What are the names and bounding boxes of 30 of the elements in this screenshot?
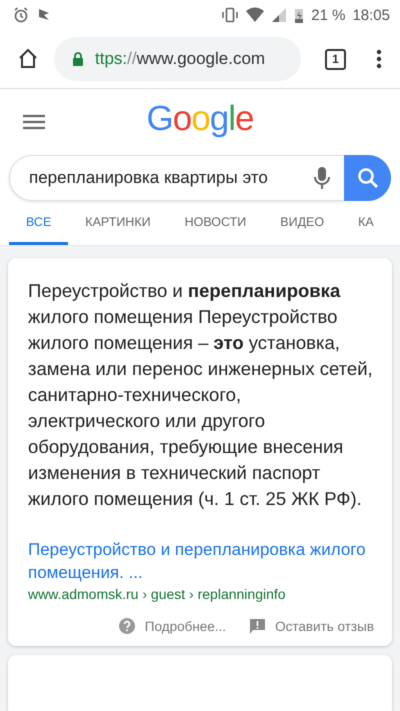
google-logo: Google <box>146 99 254 139</box>
result-url: www.admomsk.ru › guest › replanninginfo <box>28 586 287 602</box>
signal-icon <box>271 7 288 23</box>
menu-icon[interactable] <box>376 48 382 70</box>
feedback-link[interactable]: Оставить отзыв <box>275 618 374 634</box>
more-info-link[interactable]: Подробнее... <box>144 618 226 634</box>
url-text: ttps://www.google.com <box>95 49 266 69</box>
menu-icon[interactable] <box>23 114 45 130</box>
result-link[interactable]: Переустройство и перепланировка жилого помещения. ... <box>28 538 374 584</box>
address-bar[interactable]: ttps://www.google.com <box>54 37 301 81</box>
tab[interactable]: КАРТИНКИ <box>68 201 168 245</box>
battery-icon <box>294 7 304 23</box>
clock: 18:05 <box>352 6 390 24</box>
alarm-clock-icon <box>13 7 29 23</box>
vibrate-icon <box>221 7 240 23</box>
search-button[interactable] <box>344 155 391 201</box>
help-icon[interactable] <box>118 618 135 634</box>
feedback-icon[interactable] <box>250 618 266 634</box>
wifi-icon <box>246 7 264 23</box>
flag-icon <box>36 7 52 23</box>
search-field[interactable]: перепланировка квартиры это <box>9 155 344 201</box>
search-icon <box>356 167 378 189</box>
tab[interactable]: ВИДЕО <box>263 201 342 245</box>
battery-level: 21 % <box>311 6 346 24</box>
tab[interactable]: НОВОСТИ <box>168 201 264 245</box>
microphone-icon[interactable] <box>314 166 330 190</box>
tab-switcher-button[interactable]: 1 <box>325 48 346 70</box>
tab[interactable]: КА <box>341 201 391 245</box>
answer-snippet: Переустройство и перепланировка жилого помещения Переустройство жилого помещения – это установка, замена или перенос инженерных сетей, санитарно-технического, электрического или другого оборудования, требующие внесения изменения в технический паспорт жилого помещения (ч. 1 ст. 25 ЖК РФ). <box>28 279 374 511</box>
lock-icon <box>72 52 84 66</box>
